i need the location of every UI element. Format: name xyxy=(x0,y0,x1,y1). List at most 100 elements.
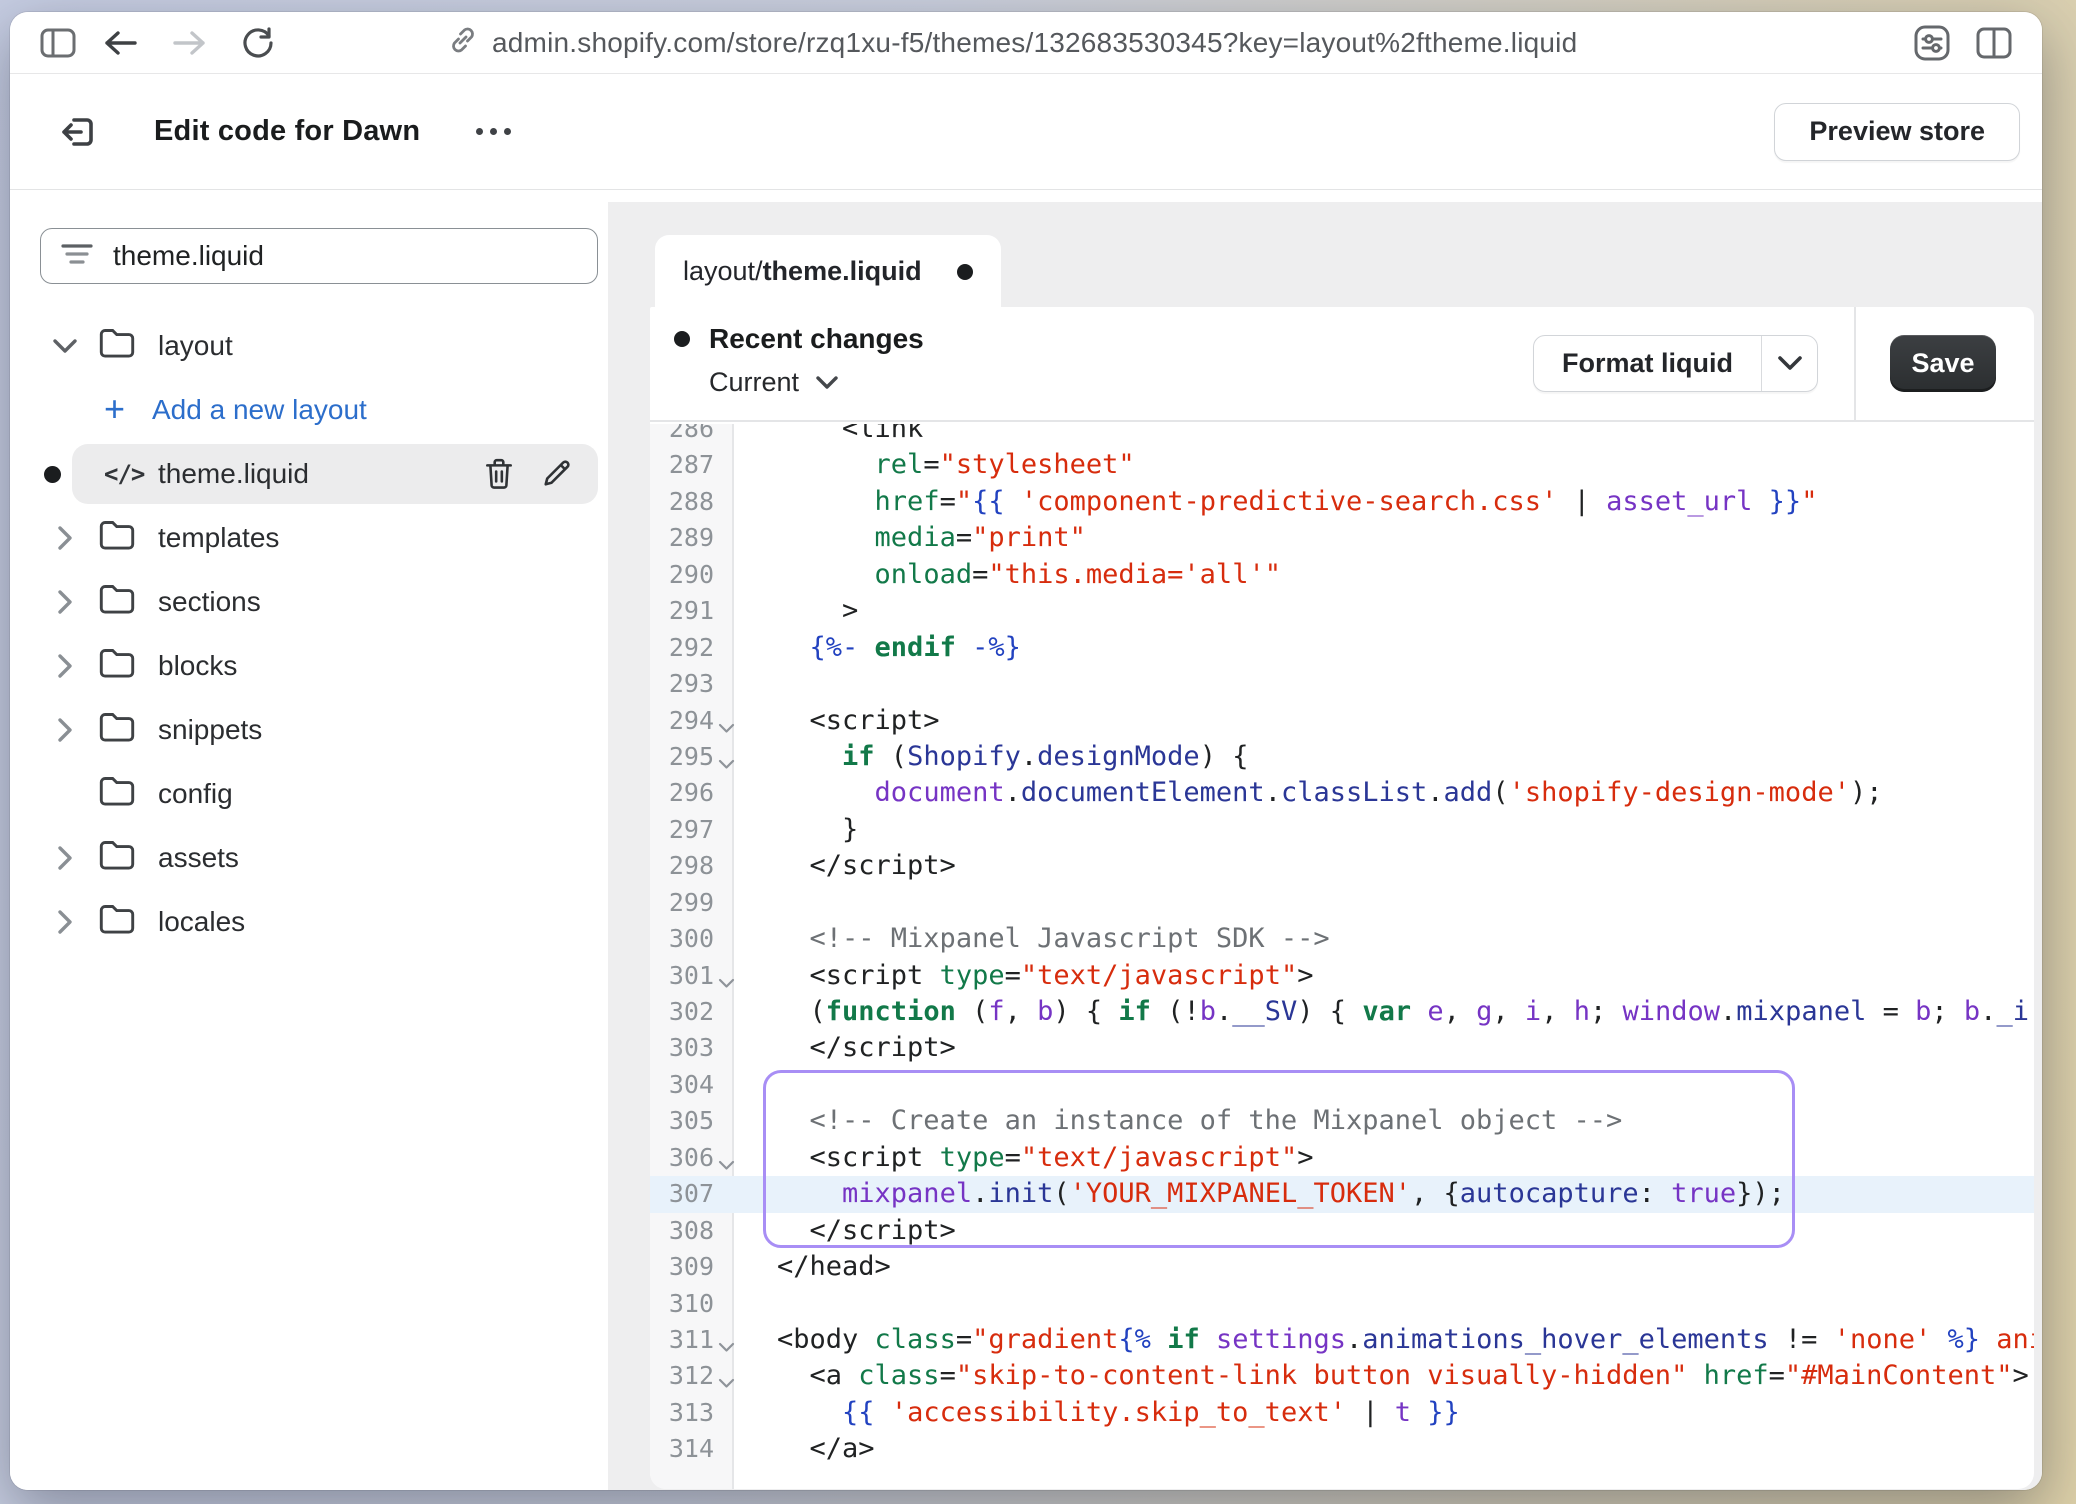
code-text: <link xyxy=(736,424,2034,447)
code-fold-icon[interactable] xyxy=(718,1378,735,1389)
code-text xyxy=(736,666,2034,702)
sidebar-item-sections[interactable]: sections xyxy=(10,570,608,634)
folder-icon xyxy=(98,519,136,551)
pencil-icon[interactable] xyxy=(542,458,572,488)
address-bar[interactable]: admin.shopify.com/store/rzq1xu-f5/themes… xyxy=(448,25,1910,60)
code-editor[interactable]: 286 <link287 rel="stylesheet"288 href="{… xyxy=(650,424,2034,1489)
chevron-right-icon xyxy=(57,717,74,743)
sidebar-item-theme-liquid[interactable]: </>theme.liquid xyxy=(10,442,608,506)
format-options-dropdown[interactable] xyxy=(1761,336,1817,391)
line-number: 298 xyxy=(650,848,734,884)
editor-toolbar: Recent changes Current Format liquid xyxy=(650,307,2034,422)
code-line-292[interactable]: 292 {%- endif -%} xyxy=(650,630,2034,666)
code-text: <script type="text/javascript"> xyxy=(736,1140,2034,1176)
version-dropdown[interactable]: Current xyxy=(709,367,924,398)
back-icon[interactable] xyxy=(98,21,142,65)
folder-icon xyxy=(98,327,136,359)
line-number: 300 xyxy=(650,921,734,957)
trash-icon[interactable] xyxy=(484,458,514,490)
code-line-299[interactable]: 299 xyxy=(650,885,2034,921)
split-view-icon[interactable] xyxy=(1972,21,2016,65)
chevron-right-icon xyxy=(57,653,74,679)
code-text xyxy=(736,885,2034,921)
tune-icon[interactable] xyxy=(1910,21,1954,65)
code-line-293[interactable]: 293 xyxy=(650,666,2034,702)
line-number: 313 xyxy=(650,1395,734,1431)
file-sidebar: theme.liquid layout+Add a new layout</>t… xyxy=(10,202,608,1490)
line-number: 293 xyxy=(650,666,734,702)
browser-toolbar: admin.shopify.com/store/rzq1xu-f5/themes… xyxy=(10,12,2042,74)
code-line-311[interactable]: 311<body class="gradient{% if settings.a… xyxy=(650,1322,2034,1358)
line-number: 296 xyxy=(650,775,734,811)
code-text: <body class="gradient{% if settings.anim… xyxy=(736,1322,2034,1358)
sidebar-action-add-a-new-layout[interactable]: +Add a new layout xyxy=(10,378,608,442)
exit-icon[interactable] xyxy=(50,104,106,160)
sidebar-toggle-icon[interactable] xyxy=(36,21,80,65)
code-line-286[interactable]: 286 <link xyxy=(650,424,2034,447)
code-line-313[interactable]: 313 {{ 'accessibility.skip_to_text' | t … xyxy=(650,1395,2034,1431)
tab-theme-liquid[interactable]: layout/theme.liquid xyxy=(655,235,1001,308)
code-fold-icon[interactable] xyxy=(718,1160,735,1171)
code-line-305[interactable]: 305 <!-- Create an instance of the Mixpa… xyxy=(650,1103,2034,1139)
code-line-301[interactable]: 301 <script type="text/javascript"> xyxy=(650,958,2034,994)
code-line-298[interactable]: 298 </script> xyxy=(650,848,2034,884)
sidebar-item-locales[interactable]: locales xyxy=(10,890,608,954)
line-number: 299 xyxy=(650,885,734,921)
line-number: 294 xyxy=(650,703,734,739)
line-number: 295 xyxy=(650,739,734,775)
code-text: </script> xyxy=(736,848,2034,884)
code-text: <!-- Create an instance of the Mixpanel … xyxy=(736,1103,2034,1139)
browser-window: admin.shopify.com/store/rzq1xu-f5/themes… xyxy=(10,12,2042,1490)
code-fold-icon[interactable] xyxy=(718,759,735,770)
line-number: 306 xyxy=(650,1140,734,1176)
code-line-295[interactable]: 295 if (Shopify.designMode) { xyxy=(650,739,2034,775)
sidebar-item-snippets[interactable]: snippets xyxy=(10,698,608,762)
code-line-300[interactable]: 300 <!-- Mixpanel Javascript SDK --> xyxy=(650,921,2034,957)
code-line-307[interactable]: 307 mixpanel.init('YOUR_MIXPANEL_TOKEN',… xyxy=(650,1176,2034,1212)
code-line-296[interactable]: 296 document.documentElement.classList.a… xyxy=(650,775,2034,811)
code-line-287[interactable]: 287 rel="stylesheet" xyxy=(650,447,2034,483)
file-search-input[interactable]: theme.liquid xyxy=(40,228,598,284)
save-button[interactable]: Save xyxy=(1890,335,1996,392)
forward-icon[interactable] xyxy=(168,21,212,65)
code-text: </script> xyxy=(736,1030,2034,1066)
code-line-312[interactable]: 312 <a class="skip-to-content-link butto… xyxy=(650,1358,2034,1394)
more-menu-button[interactable] xyxy=(466,114,521,149)
code-text: media="print" xyxy=(736,520,2034,556)
code-line-291[interactable]: 291 > xyxy=(650,593,2034,629)
format-liquid-button[interactable]: Format liquid xyxy=(1533,335,1818,392)
sidebar-item-templates[interactable]: templates xyxy=(10,506,608,570)
sidebar-item-assets[interactable]: assets xyxy=(10,826,608,890)
code-line-288[interactable]: 288 href="{{ 'component-predictive-searc… xyxy=(650,484,2034,520)
line-number: 286 xyxy=(650,424,734,447)
code-line-309[interactable]: 309</head> xyxy=(650,1249,2034,1285)
reload-icon[interactable] xyxy=(236,21,280,65)
line-number: 289 xyxy=(650,520,734,556)
line-number: 305 xyxy=(650,1103,734,1139)
sidebar-item-config[interactable]: config xyxy=(10,762,608,826)
line-number: 308 xyxy=(650,1213,734,1249)
sidebar-item-layout[interactable]: layout xyxy=(10,314,608,378)
code-line-306[interactable]: 306 <script type="text/javascript"> xyxy=(650,1140,2034,1176)
code-line-308[interactable]: 308 </script> xyxy=(650,1213,2034,1249)
code-fold-icon[interactable] xyxy=(718,1342,735,1353)
code-line-304[interactable]: 304 xyxy=(650,1067,2034,1103)
code-lines: 286 <link287 rel="stylesheet"288 href="{… xyxy=(650,424,2034,1468)
filter-icon xyxy=(61,241,93,272)
line-number: 311 xyxy=(650,1322,734,1358)
code-fold-icon[interactable] xyxy=(718,723,735,734)
code-line-297[interactable]: 297 } xyxy=(650,812,2034,848)
code-line-310[interactable]: 310 xyxy=(650,1286,2034,1322)
line-number: 290 xyxy=(650,557,734,593)
code-line-290[interactable]: 290 onload="this.media='all'" xyxy=(650,557,2034,593)
code-line-294[interactable]: 294 <script> xyxy=(650,703,2034,739)
sidebar-item-blocks[interactable]: blocks xyxy=(10,634,608,698)
chevron-right-icon xyxy=(57,525,74,551)
code-line-314[interactable]: 314 </a> xyxy=(650,1431,2034,1467)
code-line-302[interactable]: 302 (function (f, b) { if (!b.__SV) { va… xyxy=(650,994,2034,1030)
line-number: 302 xyxy=(650,994,734,1030)
preview-store-button[interactable]: Preview store xyxy=(1774,103,2020,161)
code-line-303[interactable]: 303 </script> xyxy=(650,1030,2034,1066)
code-fold-icon[interactable] xyxy=(718,978,735,989)
code-line-289[interactable]: 289 media="print" xyxy=(650,520,2034,556)
